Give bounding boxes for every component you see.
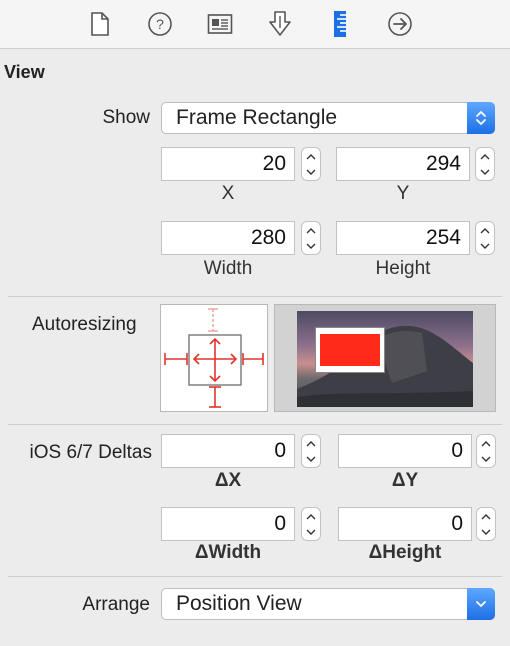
- stepper-up-icon[interactable]: [480, 223, 490, 238]
- stepper-up-icon[interactable]: [481, 436, 491, 451]
- stepper-down-icon[interactable]: [306, 524, 316, 539]
- y-stepper[interactable]: [475, 147, 495, 181]
- preview-view-fill: [320, 334, 380, 366]
- delta-x-caption: ΔX: [214, 470, 242, 491]
- quick-help-icon[interactable]: ?: [146, 10, 174, 38]
- show-popup-value: Frame Rectangle: [176, 106, 338, 129]
- show-popup[interactable]: Frame Rectangle: [161, 102, 495, 134]
- stepper-up-icon[interactable]: [481, 509, 491, 524]
- autoresizing-label: Autoresizing: [32, 314, 137, 335]
- arrange-label: Arrange: [82, 594, 150, 615]
- separator: [8, 424, 502, 425]
- y-caption: Y: [396, 183, 410, 204]
- connections-inspector-icon[interactable]: [386, 10, 414, 38]
- stepper-down-icon[interactable]: [480, 238, 490, 253]
- inspector-toolbar: ?: [0, 0, 510, 49]
- y-field[interactable]: 294: [336, 147, 470, 181]
- separator: [8, 296, 502, 297]
- width-stepper[interactable]: [301, 221, 321, 255]
- stepper-up-icon[interactable]: [306, 509, 316, 524]
- delta-height-field[interactable]: 0: [338, 507, 472, 541]
- stepper-up-icon[interactable]: [306, 436, 316, 451]
- delta-width-caption: ΔWidth: [194, 542, 262, 563]
- arrange-popup-value: Position View: [176, 592, 302, 615]
- deltas-label: iOS 6/7 Deltas: [29, 442, 153, 463]
- width-field[interactable]: 280: [161, 221, 295, 255]
- popup-chevrons-icon: [467, 102, 495, 134]
- separator: [8, 576, 502, 577]
- stepper-up-icon[interactable]: [480, 149, 490, 164]
- delta-width-stepper[interactable]: [301, 507, 321, 541]
- stepper-down-icon[interactable]: [306, 451, 316, 466]
- autoresizing-struts-icon[interactable]: [161, 305, 267, 411]
- chevron-down-icon: [467, 588, 495, 620]
- stepper-down-icon[interactable]: [480, 164, 490, 179]
- height-field[interactable]: 254: [336, 221, 470, 255]
- x-stepper[interactable]: [301, 147, 321, 181]
- height-caption: Height: [375, 258, 431, 279]
- attributes-inspector-icon[interactable]: [266, 10, 294, 38]
- svg-text:?: ?: [156, 16, 164, 32]
- stepper-down-icon[interactable]: [481, 451, 491, 466]
- arrange-popup[interactable]: Position View: [161, 588, 495, 620]
- stepper-down-icon[interactable]: [306, 238, 316, 253]
- show-label: Show: [102, 107, 150, 128]
- section-title: View: [4, 62, 45, 82]
- x-field[interactable]: 20: [161, 147, 295, 181]
- autoresizing-preview: [274, 304, 496, 412]
- stepper-down-icon[interactable]: [481, 524, 491, 539]
- delta-y-field[interactable]: 0: [338, 434, 472, 468]
- delta-height-stepper[interactable]: [476, 507, 496, 541]
- x-caption: X: [221, 183, 235, 204]
- delta-y-stepper[interactable]: [476, 434, 496, 468]
- identity-inspector-icon[interactable]: [206, 10, 234, 38]
- delta-y-caption: ΔY: [391, 470, 419, 491]
- preview-view-frame: [315, 327, 385, 373]
- delta-x-field[interactable]: 0: [161, 434, 295, 468]
- height-stepper[interactable]: [475, 221, 495, 255]
- delta-width-field[interactable]: 0: [161, 507, 295, 541]
- stepper-down-icon[interactable]: [306, 164, 316, 179]
- stepper-up-icon[interactable]: [306, 149, 316, 164]
- delta-height-caption: ΔHeight: [368, 542, 442, 563]
- file-inspector-icon[interactable]: [86, 10, 114, 38]
- delta-x-stepper[interactable]: [301, 434, 321, 468]
- width-caption: Width: [203, 258, 253, 279]
- size-inspector-icon[interactable]: [326, 10, 354, 38]
- stepper-up-icon[interactable]: [306, 223, 316, 238]
- autoresizing-control[interactable]: [160, 304, 268, 412]
